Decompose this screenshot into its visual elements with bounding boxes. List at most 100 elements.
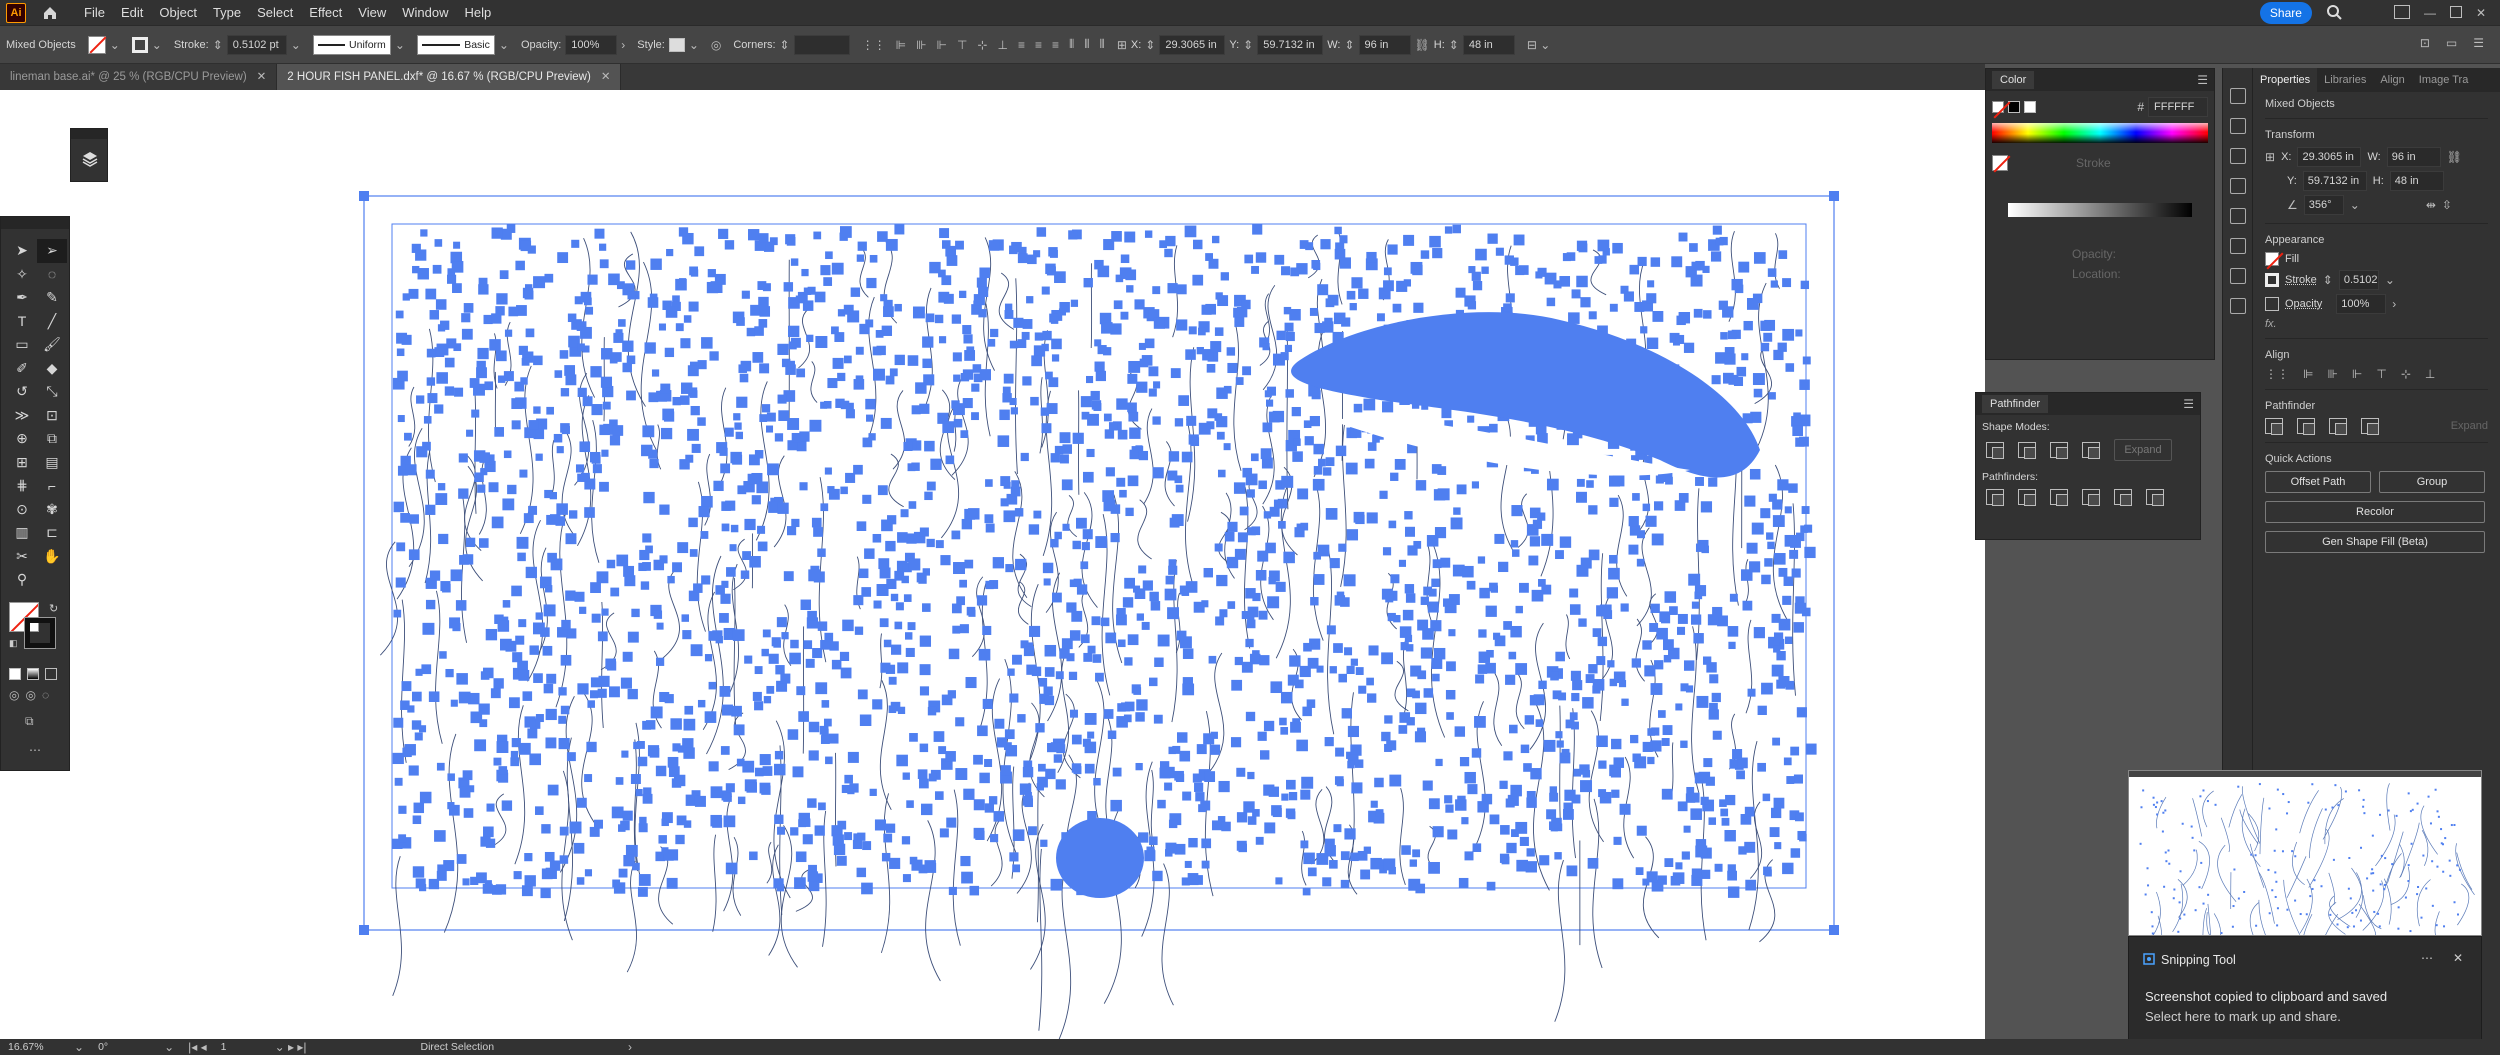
crop-icon[interactable] bbox=[2082, 489, 2100, 506]
shaper-tool-icon[interactable]: ✐ bbox=[7, 357, 37, 381]
distribute-top-icon[interactable]: ≡ bbox=[1018, 38, 1025, 52]
mesh-tool-icon[interactable]: ⋕ bbox=[7, 474, 37, 498]
menu-effect[interactable]: Effect bbox=[301, 0, 350, 26]
panel-menu-icon[interactable]: ☰ bbox=[2197, 73, 2208, 87]
gradient-tool-icon[interactable]: ▤ bbox=[37, 451, 67, 475]
expand-button[interactable]: Expand bbox=[2451, 420, 2488, 432]
align-top-icon[interactable]: ⊤ bbox=[2376, 367, 2386, 381]
opacity-input[interactable]: 100% bbox=[2336, 294, 2387, 314]
control-menu-icon[interactable]: ☰ bbox=[2473, 36, 2484, 50]
slice-tool-icon[interactable]: ✂ bbox=[7, 545, 37, 569]
swap-fill-stroke-icon[interactable]: ↻ bbox=[49, 602, 58, 615]
variable-width-profile[interactable]: Uniform bbox=[312, 34, 391, 55]
minus-front-icon[interactable] bbox=[2018, 442, 2036, 459]
x-input[interactable]: 29.3065 in bbox=[2297, 147, 2362, 167]
align-left-icon[interactable]: ⊫ bbox=[2303, 367, 2313, 381]
doc-tab-lineman[interactable]: lineman base.ai* @ 25 % (RGB/CPU Preview… bbox=[0, 64, 278, 90]
minimize-icon[interactable]: — bbox=[2424, 6, 2436, 20]
align-hcenter-icon[interactable]: ⊪ bbox=[2327, 367, 2337, 381]
artboard-tool-icon[interactable]: ⊏ bbox=[37, 521, 67, 545]
unite-icon[interactable] bbox=[1986, 442, 2004, 459]
stroke-label[interactable]: Stroke bbox=[2285, 274, 2317, 286]
search-icon[interactable] bbox=[2326, 4, 2342, 23]
minus-back-icon[interactable] bbox=[2146, 489, 2164, 506]
align-hcenter-icon[interactable]: ⊪ bbox=[916, 38, 926, 52]
paintbrush-icon[interactable]: 🖌 bbox=[37, 333, 67, 357]
recolor-button[interactable]: Recolor bbox=[2265, 501, 2485, 523]
minus-front-icon[interactable] bbox=[2297, 418, 2315, 435]
stroke-weight-input[interactable]: 0.5102 pt bbox=[226, 34, 287, 55]
default-fill-stroke-icon[interactable]: ◧ bbox=[9, 638, 18, 649]
fill-stroke-widget[interactable]: ↻ ◧ bbox=[9, 601, 69, 662]
bounding-box-handle[interactable] bbox=[359, 925, 369, 935]
x-input[interactable]: 29.3065 in bbox=[1159, 34, 1226, 55]
tab-properties[interactable]: Properties bbox=[2253, 68, 2318, 92]
expand-button[interactable]: Expand bbox=[2114, 439, 2172, 461]
eraser-icon[interactable]: ◆ bbox=[37, 357, 67, 381]
y-input[interactable]: 59.7132 in bbox=[2302, 171, 2367, 191]
close-tab-icon[interactable]: ✕ bbox=[601, 64, 611, 90]
distribute-hcenter-icon[interactable]: ⦀ bbox=[1084, 37, 1089, 52]
reference-point-icon[interactable]: ⊞ bbox=[1117, 38, 1127, 52]
align-to-icon[interactable]: ⋮⋮ bbox=[862, 38, 886, 52]
workspace-icon[interactable] bbox=[2393, 4, 2410, 22]
appearance-strip-icon[interactable] bbox=[2229, 298, 2246, 314]
share-button[interactable]: Share bbox=[2259, 2, 2312, 24]
distribute-right-icon[interactable]: ⦀ bbox=[1100, 37, 1105, 52]
divide-icon[interactable] bbox=[1986, 489, 2004, 506]
stroke-swatch[interactable] bbox=[2265, 273, 2279, 287]
corners-input[interactable] bbox=[793, 34, 850, 55]
hex-input[interactable]: FFFFFF bbox=[2148, 97, 2208, 117]
merge-icon[interactable] bbox=[2050, 489, 2068, 506]
rotate-tool-icon[interactable]: ↺ bbox=[7, 380, 37, 404]
align-bottom-icon[interactable]: ⊥ bbox=[2425, 367, 2435, 381]
fx-icon[interactable]: fx. bbox=[2265, 318, 2277, 330]
menu-window[interactable]: Window bbox=[394, 0, 456, 26]
transform-menu-icon[interactable]: ⊟ ⌄ bbox=[1527, 38, 1550, 52]
group-button[interactable]: Group bbox=[2379, 471, 2485, 493]
type-tool-icon[interactable]: T bbox=[7, 310, 37, 334]
line-tool-icon[interactable]: ╱ bbox=[37, 310, 67, 334]
direct-selection-tool-icon[interactable]: ➢ bbox=[37, 239, 67, 263]
more-options-icon[interactable]: ⋯ bbox=[2421, 951, 2433, 965]
distribute-vcenter-icon[interactable]: ≡ bbox=[1035, 38, 1042, 52]
gradient-fill-swatch[interactable] bbox=[1992, 155, 2008, 171]
close-notification-icon[interactable]: ✕ bbox=[2453, 951, 2463, 965]
maximize-icon[interactable] bbox=[2449, 5, 2462, 21]
intersect-icon[interactable] bbox=[2050, 442, 2068, 459]
draw-inside-icon[interactable]: ◌ bbox=[42, 688, 49, 702]
color-spectrum[interactable] bbox=[1992, 123, 2208, 143]
doc-tab-fish-panel[interactable]: 2 HOUR FISH PANEL.dxf* @ 16.67 % (RGB/CP… bbox=[277, 64, 622, 90]
reference-point-icon[interactable]: ⊞ bbox=[2265, 150, 2275, 164]
constrain-proportions-icon[interactable]: ⛓ bbox=[2447, 150, 2462, 164]
lasso-icon[interactable]: ◌ bbox=[37, 263, 67, 287]
align-vcenter-icon[interactable]: ⊹ bbox=[2401, 367, 2411, 381]
gradient-slider[interactable] bbox=[2008, 203, 2192, 217]
menu-edit[interactable]: Edit bbox=[113, 0, 151, 26]
distribute-left-icon[interactable]: ⦀ bbox=[1069, 37, 1074, 52]
unite-icon[interactable] bbox=[2265, 418, 2283, 435]
arrange-documents-icon[interactable]: ⊡ bbox=[2420, 36, 2430, 50]
close-tab-icon[interactable]: ✕ bbox=[257, 64, 267, 90]
flip-horizontal-icon[interactable]: ⇹ bbox=[2426, 198, 2436, 212]
draw-behind-icon[interactable]: ◎ bbox=[25, 688, 35, 702]
column-graph-icon[interactable]: ▥ bbox=[7, 521, 37, 545]
blob-shape[interactable] bbox=[1056, 818, 1144, 898]
align-vcenter-icon[interactable]: ⊹ bbox=[977, 38, 987, 52]
home-icon[interactable] bbox=[36, 0, 64, 26]
align-bottom-icon[interactable]: ⊥ bbox=[997, 38, 1007, 52]
blend-tool-icon[interactable]: ⊙ bbox=[7, 498, 37, 522]
rotate-input[interactable]: 356° bbox=[2303, 195, 2344, 215]
h-input[interactable]: 48 in bbox=[1462, 34, 1515, 55]
trim-icon[interactable] bbox=[2018, 489, 2036, 506]
libraries-strip-icon[interactable] bbox=[2229, 88, 2246, 104]
y-input[interactable]: 59.7132 in bbox=[1257, 34, 1324, 55]
h-input[interactable]: 48 in bbox=[2389, 171, 2444, 191]
symbol-sprayer-icon[interactable]: ✾ bbox=[37, 498, 67, 522]
draw-normal-icon[interactable]: ◎ bbox=[9, 688, 19, 702]
distribute-bottom-icon[interactable]: ≡ bbox=[1052, 38, 1059, 52]
close-window-icon[interactable]: ✕ bbox=[2476, 6, 2486, 20]
gen-shape-fill-button[interactable]: Gen Shape Fill (Beta) bbox=[2265, 531, 2485, 553]
fill-swatch[interactable] bbox=[87, 35, 106, 54]
rectangle-tool-icon[interactable]: ▭ bbox=[7, 333, 37, 357]
